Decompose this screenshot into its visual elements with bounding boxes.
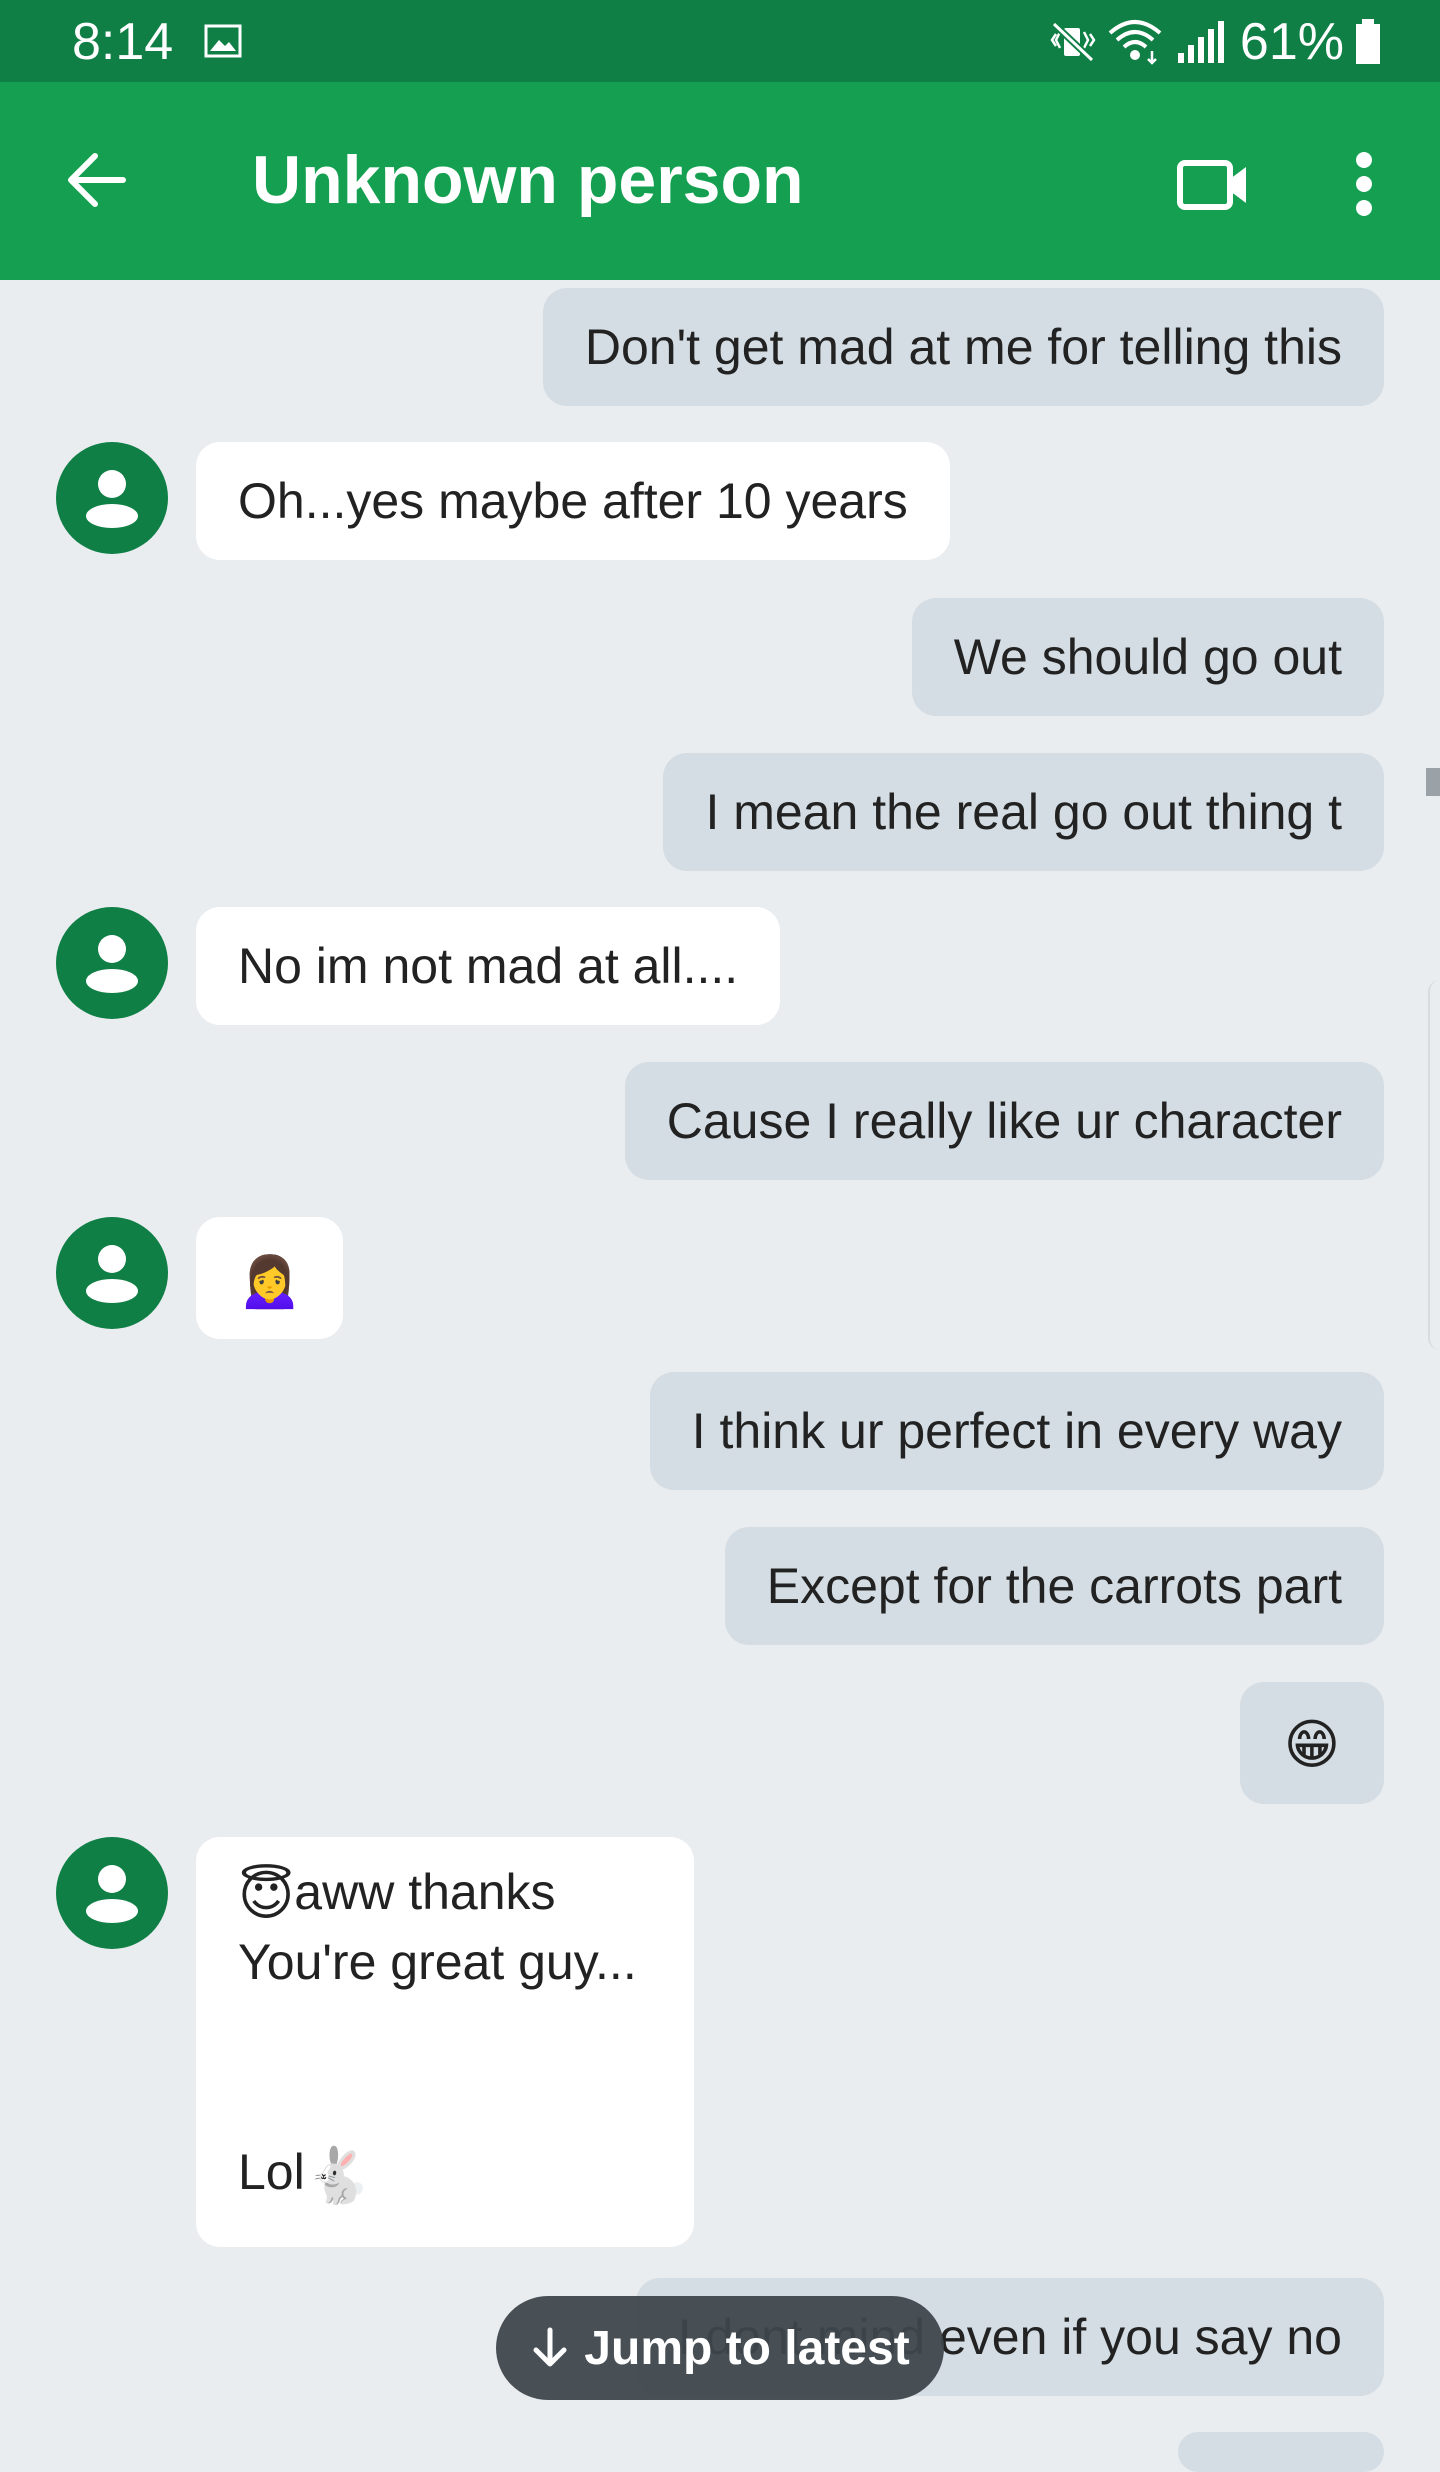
person-icon bbox=[86, 1245, 138, 1303]
message-text: aww thanks bbox=[294, 1864, 556, 1920]
rabbit-emoji: 🐇 bbox=[304, 2145, 372, 2206]
status-time: 8:14 bbox=[72, 13, 174, 71]
smiling-face-with-halo-emoji: 😇 bbox=[238, 1865, 295, 1926]
received-message-bubble[interactable]: Oh...yes maybe after 10 years bbox=[196, 442, 950, 560]
app-bar: Unknown person bbox=[0, 82, 1440, 280]
status-bar: 8:14 61% bbox=[0, 0, 1440, 82]
arrow-down-icon bbox=[533, 2327, 567, 2367]
message-text: Don't get mad at me for telling this bbox=[584, 319, 1342, 375]
message-text: I mean the real go out thing t bbox=[705, 784, 1342, 840]
sent-message-bubble[interactable]: Cause I really like ur character bbox=[624, 1062, 1384, 1180]
conversation-title: Unknown person bbox=[252, 142, 804, 218]
received-message-bubble[interactable]: No im not mad at all.... bbox=[196, 907, 781, 1025]
message-text: Oh...yes maybe after 10 years bbox=[238, 473, 908, 529]
message-text: You're great guy... bbox=[238, 1934, 637, 1990]
more-vert-icon bbox=[1356, 152, 1372, 216]
person-icon bbox=[86, 935, 138, 993]
contact-avatar[interactable] bbox=[56, 1217, 168, 1329]
message-line: Lol🐇 bbox=[238, 2137, 652, 2207]
sent-message-bubble[interactable]: We should go out bbox=[911, 598, 1384, 716]
back-button[interactable] bbox=[44, 128, 148, 232]
wifi-icon bbox=[1108, 20, 1162, 65]
grinning-face-emoji: 😁 bbox=[1283, 1714, 1340, 1775]
video-call-icon bbox=[1177, 160, 1246, 210]
sent-message-bubble[interactable]: 😁 bbox=[1239, 1682, 1384, 1804]
arrow-back-icon bbox=[68, 153, 126, 207]
vibrate-mode-icon bbox=[1050, 21, 1096, 63]
more-options-button[interactable] bbox=[1334, 134, 1394, 234]
person-icon bbox=[86, 1865, 138, 1923]
sent-message-bubble-partial[interactable] bbox=[1178, 2432, 1384, 2472]
message-line: 😇aww thanks bbox=[238, 1857, 652, 1927]
status-indicators: 61% bbox=[1050, 10, 1382, 74]
sent-message-bubble[interactable]: I mean the real go out thing t bbox=[663, 753, 1384, 871]
woman-pouting-emoji: 🙍‍♀️ bbox=[236, 1249, 304, 1310]
sent-message-bubble[interactable]: Except for the carrots part bbox=[724, 1527, 1384, 1645]
signal-icon bbox=[1177, 21, 1224, 63]
battery-percentage: 61% bbox=[1239, 13, 1344, 71]
received-message-bubble[interactable]: 🙍‍♀️ bbox=[196, 1217, 344, 1339]
received-message-bubble[interactable]: 😇aww thanks You're great guy... Lol🐇 bbox=[196, 1837, 694, 2247]
person-icon bbox=[86, 470, 138, 528]
message-text: No im not mad at all.... bbox=[238, 938, 739, 994]
message-text: Except for the carrots part bbox=[766, 1558, 1342, 1614]
message-text: We should go out bbox=[953, 629, 1342, 685]
sent-message-bubble[interactable]: Don't get mad at me for telling this bbox=[542, 288, 1384, 406]
contact-avatar[interactable] bbox=[56, 442, 168, 554]
contact-avatar[interactable] bbox=[56, 907, 168, 1019]
jump-to-latest-button[interactable]: Jump to latest bbox=[496, 2296, 944, 2400]
video-call-button[interactable] bbox=[1164, 140, 1264, 230]
gallery-notification-icon bbox=[204, 24, 242, 58]
message-text: Lol bbox=[238, 2144, 305, 2200]
battery-icon bbox=[1356, 19, 1380, 64]
side-panel-edge bbox=[1428, 980, 1440, 1350]
scrollbar-thumb[interactable] bbox=[1426, 768, 1440, 796]
jump-to-latest-label: Jump to latest bbox=[584, 2321, 910, 2375]
message-text: Cause I really like ur character bbox=[666, 1093, 1342, 1149]
message-text: I think ur perfect in every way bbox=[691, 1403, 1342, 1459]
contact-avatar[interactable] bbox=[56, 1837, 168, 1949]
sent-message-bubble[interactable]: I think ur perfect in every way bbox=[649, 1372, 1384, 1490]
